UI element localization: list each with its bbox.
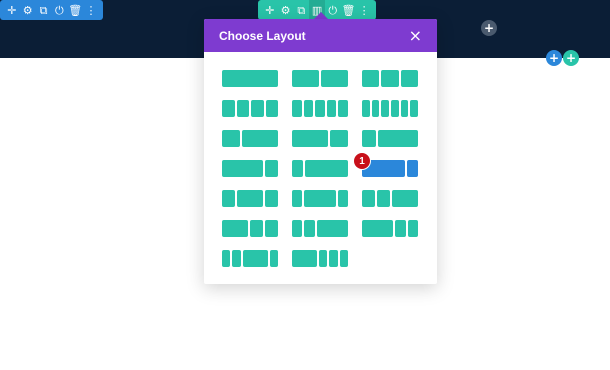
layout-column [237, 190, 263, 207]
layout-column [377, 190, 390, 207]
layout-column [242, 130, 278, 147]
layout-column [251, 100, 264, 117]
more-icon[interactable]: ⋮ [83, 0, 99, 20]
layout-column [319, 250, 328, 267]
layout-column [339, 250, 348, 267]
layout-column [236, 100, 249, 117]
trash-icon[interactable]: 🗑 [341, 0, 357, 20]
layout-column [304, 220, 315, 237]
layout-column [315, 100, 325, 117]
layout-option-1-1-3-1[interactable] [222, 250, 278, 267]
layout-column [371, 100, 380, 117]
layout-option-1-1-1-1-1-1[interactable] [362, 100, 418, 117]
layout-option-2-1[interactable] [292, 130, 348, 147]
layout-column [338, 100, 348, 117]
duplicate-icon[interactable]: ⧉ [36, 0, 52, 20]
layout-option-3-1-1-1[interactable] [292, 250, 348, 267]
layout-column [392, 190, 418, 207]
layout-column [390, 100, 399, 117]
layout-option-1-1-3[interactable] [292, 220, 348, 237]
layout-option-3-1[interactable] [222, 160, 278, 177]
duplicate-icon[interactable]: ⧉ [293, 0, 309, 20]
layout-column [407, 220, 418, 237]
layout-column [337, 190, 348, 207]
layout-column [264, 160, 278, 177]
layout-option-1-4[interactable] [292, 160, 348, 177]
layout-column [222, 220, 248, 237]
layout-column [410, 100, 418, 117]
step-badge: 1 [354, 153, 370, 169]
layout-option-1-3-1[interactable] [292, 190, 348, 207]
layout-column [303, 100, 314, 117]
layout-option-2-1-1[interactable] [222, 220, 278, 237]
add-module-button[interactable]: + [481, 20, 497, 36]
layout-option-3-1-1[interactable] [362, 220, 418, 237]
layout-option-1-3[interactable] [362, 130, 418, 147]
add-section-button[interactable]: + [546, 50, 562, 66]
layout-column [362, 190, 375, 207]
layout-option-1-1-1[interactable] [362, 70, 418, 87]
layout-column [265, 220, 278, 237]
close-icon[interactable]: × [409, 27, 422, 44]
layout-column [316, 220, 348, 237]
layout-column [269, 250, 278, 267]
layout-column [304, 160, 348, 177]
layout-column [222, 160, 263, 177]
layout-column [329, 250, 338, 267]
layout-column [242, 250, 268, 267]
layout-column [292, 70, 319, 87]
layout-option-1-1[interactable] [292, 70, 348, 87]
layout-option-1[interactable] [222, 70, 278, 87]
layout-option-1-1-1-1-1[interactable] [292, 100, 348, 117]
layout-column [362, 220, 394, 237]
layout-option-4-1[interactable] [362, 160, 418, 177]
layout-column [304, 190, 336, 207]
layout-column [292, 190, 303, 207]
layout-column [377, 130, 418, 147]
more-icon[interactable]: ⋮ [356, 0, 372, 20]
layout-column [400, 70, 418, 87]
layout-column [222, 70, 278, 87]
layout-column [292, 160, 303, 177]
power-icon[interactable]: ⏻ [51, 0, 67, 20]
layout-option-1-2[interactable] [222, 130, 278, 147]
layout-column [292, 220, 303, 237]
move-icon[interactable]: ✛ [4, 0, 20, 20]
layout-column [292, 250, 317, 267]
modal-header: Choose Layout × [204, 19, 437, 52]
layout-column [265, 190, 278, 207]
layout-column [250, 220, 263, 237]
gear-icon[interactable]: ⚙ [278, 0, 294, 20]
layout-column [222, 190, 235, 207]
gear-icon[interactable]: ⚙ [20, 0, 36, 20]
layout-column [222, 100, 235, 117]
layout-column [222, 250, 231, 267]
layout-column [321, 70, 348, 87]
layout-column [362, 100, 370, 117]
layout-column [381, 100, 389, 117]
layout-column [222, 130, 240, 147]
modal-title: Choose Layout [219, 28, 306, 43]
layout-option-1-1-1-1[interactable] [222, 100, 278, 117]
layout-column [265, 100, 278, 117]
move-icon[interactable]: ✛ [262, 0, 278, 20]
layout-column [400, 100, 409, 117]
layout-option-1-2-1[interactable] [222, 190, 278, 207]
layout-column [407, 160, 418, 177]
modal-pointer-arrow [314, 12, 328, 19]
layout-column [395, 220, 406, 237]
layout-option-1-1-2[interactable] [362, 190, 418, 207]
trash-icon[interactable]: 🗑 [67, 0, 83, 20]
layout-column [362, 130, 376, 147]
add-row-button[interactable]: + [563, 50, 579, 66]
section-toolbar: ✛ ⚙ ⧉ ⏻ 🗑 ⋮ [0, 0, 103, 20]
layout-column [232, 250, 241, 267]
layout-column [292, 130, 328, 147]
layout-column [326, 100, 337, 117]
layout-column [330, 130, 348, 147]
layout-column [292, 100, 302, 117]
choose-layout-modal: Choose Layout × [204, 19, 437, 284]
layout-column [362, 70, 380, 87]
layout-column [381, 70, 399, 87]
